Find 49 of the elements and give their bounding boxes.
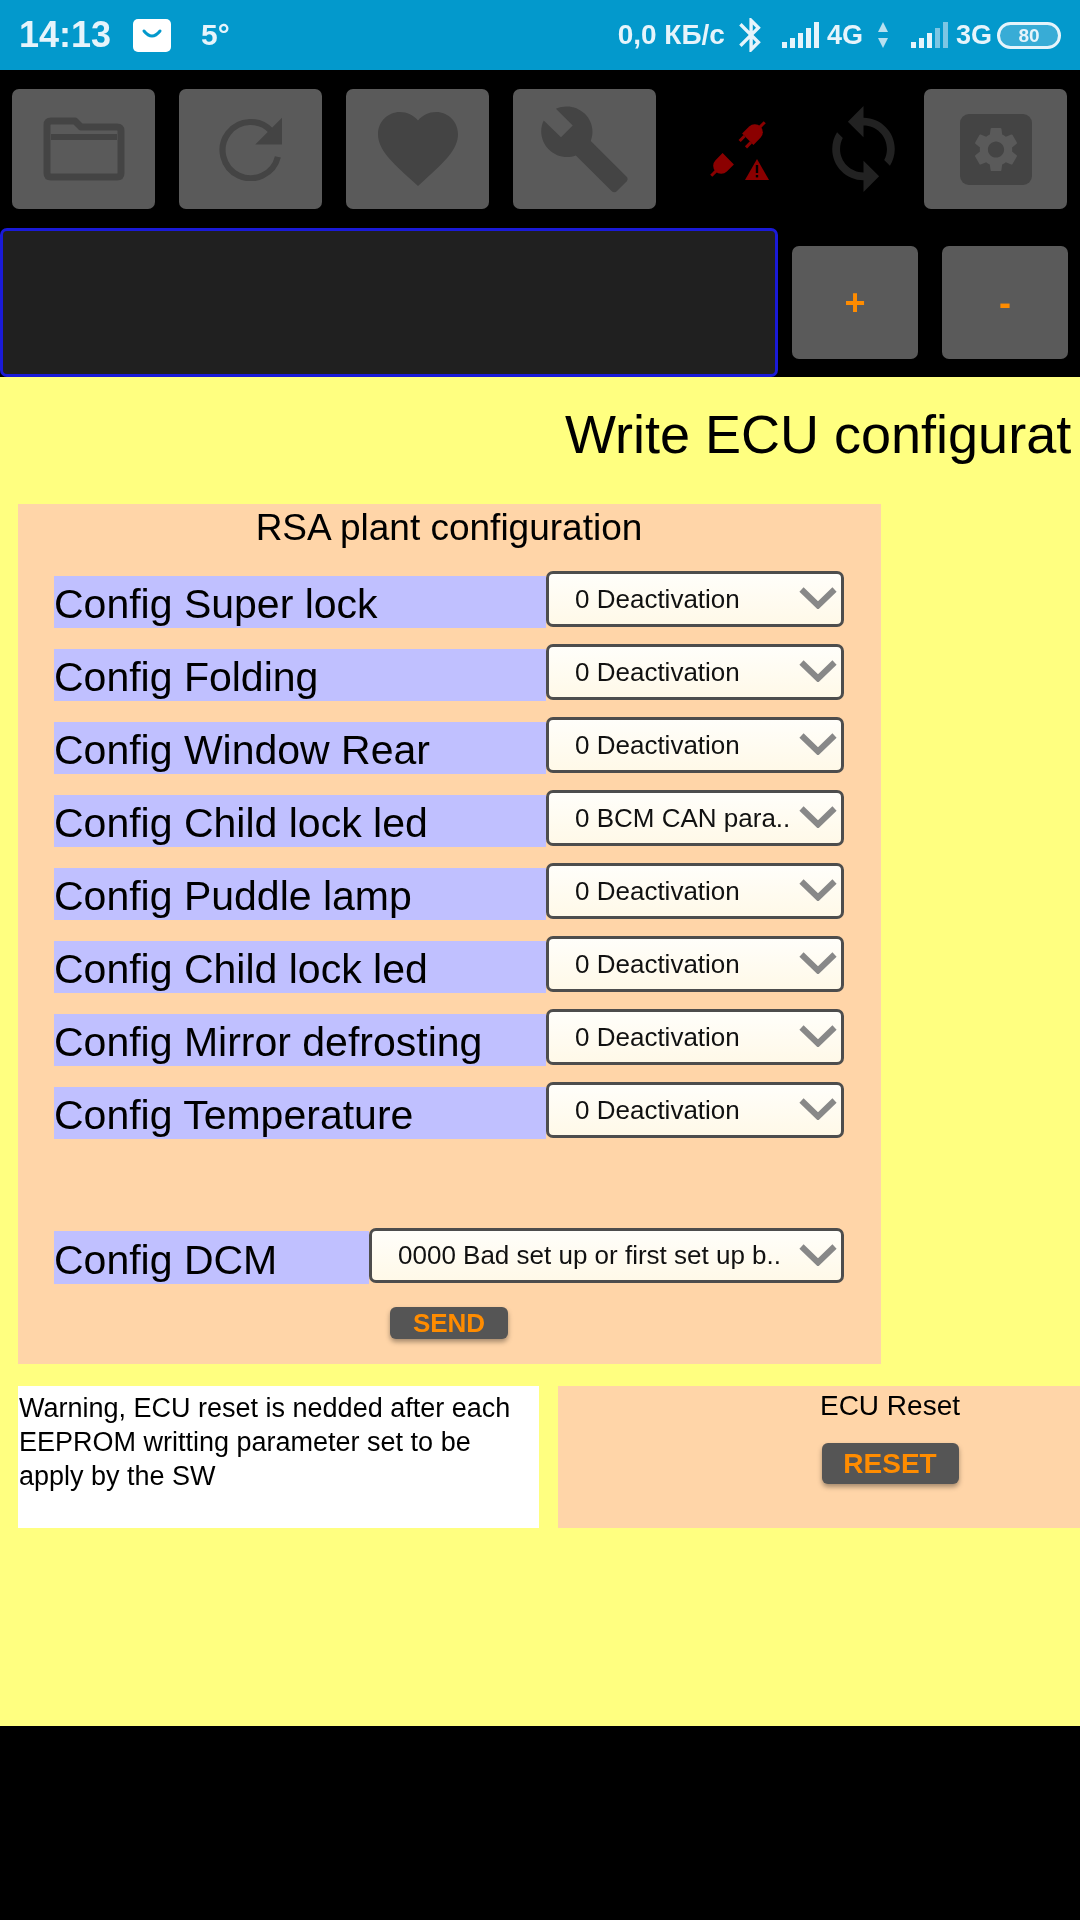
config-label: Config Child lock led xyxy=(54,795,546,847)
option-dropdown[interactable]: 0 Deactivation xyxy=(546,717,844,773)
config-label: Config Puddle lamp xyxy=(54,868,546,920)
heart-button[interactable] xyxy=(346,89,489,209)
clock-time: 14:13 xyxy=(19,14,112,56)
page-title: Write ECU configurat xyxy=(564,403,1073,466)
config-label: Config Child lock led xyxy=(54,941,546,993)
config-label: Config Super lock xyxy=(54,576,546,628)
data-arrows-icon xyxy=(877,22,888,48)
chevron-down-icon xyxy=(799,1244,837,1266)
temperature-text: 5° xyxy=(201,18,230,52)
chevron-down-icon xyxy=(799,879,837,901)
chevron-down-icon xyxy=(799,952,837,974)
text-input-field[interactable] xyxy=(0,228,778,377)
option-dropdown[interactable]: 0 Deactivation xyxy=(546,644,844,700)
sync-icon[interactable] xyxy=(832,106,895,192)
chevron-down-icon xyxy=(799,660,837,682)
signal-icon xyxy=(781,22,820,48)
settings-button[interactable] xyxy=(924,89,1067,209)
chevron-down-icon xyxy=(799,587,837,609)
shopping-bag-icon xyxy=(133,18,172,52)
network-type-text: 3G xyxy=(955,19,992,51)
warning-message: Warning, ECU reset is nedded after each EEPROM writting parameter set to be apply by the SW xyxy=(18,1386,539,1528)
config-label: Config Window Rear xyxy=(54,722,546,774)
chevron-down-icon xyxy=(799,806,837,828)
option-dropdown[interactable]: 0 Deactivation xyxy=(546,936,844,992)
config-label: Config Temperature xyxy=(54,1087,546,1139)
option-dropdown[interactable]: 0 Deactivation xyxy=(546,571,844,627)
config-label: Config Mirror defrosting xyxy=(54,1014,546,1066)
folder-button[interactable] xyxy=(12,89,155,209)
config-label: Config Folding xyxy=(54,649,546,701)
option-dropdown[interactable]: 0 Deactivation xyxy=(546,1009,844,1065)
config-label: Config DCM xyxy=(54,1231,369,1284)
option-dropdown[interactable]: 0 Deactivation xyxy=(546,1082,844,1138)
chevron-down-icon xyxy=(799,1025,837,1047)
signal-icon xyxy=(910,22,949,48)
wrench-button[interactable] xyxy=(513,89,656,209)
option-dropdown[interactable]: 0 BCM CAN para.. xyxy=(546,790,844,846)
battery-indicator: 80 xyxy=(997,21,1061,49)
panel-title: RSA plant configuration xyxy=(254,506,644,549)
refresh-button[interactable] xyxy=(179,89,322,209)
bluetooth-icon xyxy=(737,18,762,52)
network-type-text: 4G xyxy=(826,19,863,51)
option-dropdown[interactable]: 0 Deactivation xyxy=(546,863,844,919)
network-speed-text: 0,0 КБ/с xyxy=(617,19,725,51)
chevron-down-icon xyxy=(799,733,837,755)
chevron-down-icon xyxy=(799,1098,837,1120)
reset-panel-title: ECU Reset xyxy=(819,1389,960,1423)
option-dropdown[interactable]: 0000 Bad set up or first set up b.. xyxy=(369,1228,844,1283)
